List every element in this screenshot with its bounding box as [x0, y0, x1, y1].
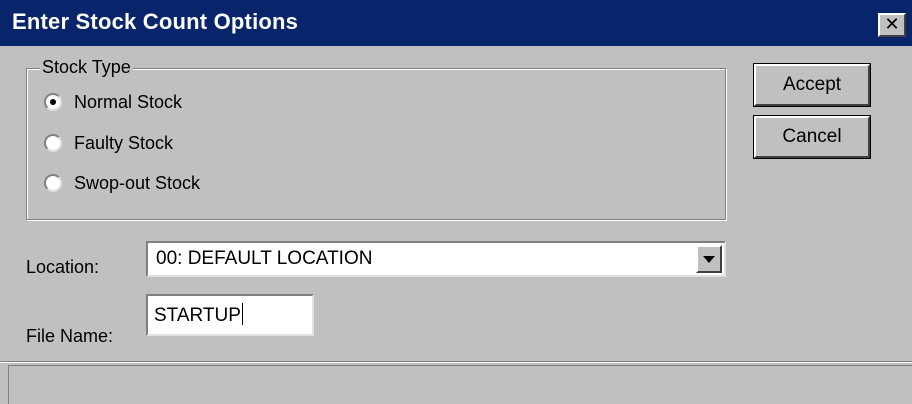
title-bar[interactable]: Enter Stock Count Options ✕: [0, 0, 912, 46]
radio-unchecked-icon[interactable]: [44, 134, 62, 152]
dialog-title: Enter Stock Count Options: [12, 9, 299, 34]
stock-type-legend: Stock Type: [40, 57, 133, 78]
radio-label: Normal Stock: [74, 91, 183, 112]
radio-label: Swop-out Stock: [74, 172, 201, 193]
status-bar: [8, 365, 912, 404]
location-label: Location:: [26, 257, 100, 277]
close-button[interactable]: ✕: [878, 13, 906, 37]
radio-checked-icon[interactable]: [44, 93, 62, 111]
stock-count-options-dialog: Enter Stock Count Options ✕ Stock Type N…: [0, 0, 912, 404]
radio-faulty-stock[interactable]: Faulty Stock: [44, 130, 173, 156]
file-name-label: File Name:: [26, 326, 114, 346]
location-value: 00: DEFAULT LOCATION: [156, 248, 373, 269]
accept-button-label: Accept: [782, 74, 842, 95]
file-name-value: STARTUP: [154, 303, 243, 327]
location-dropdown[interactable]: 00: DEFAULT LOCATION: [146, 241, 726, 277]
dropdown-button[interactable]: [696, 245, 722, 273]
radio-unchecked-icon[interactable]: [44, 174, 62, 192]
text-caret: [241, 303, 243, 325]
cancel-button[interactable]: Cancel: [753, 115, 871, 159]
dialog-body: Stock Type Normal Stock Faulty Stock Swo…: [0, 46, 912, 404]
file-name-text: STARTUP: [154, 305, 241, 326]
radio-label: Faulty Stock: [74, 132, 174, 153]
radio-normal-stock[interactable]: Normal Stock: [44, 89, 182, 115]
chevron-down-icon: [703, 255, 715, 263]
divider: [0, 361, 912, 363]
cancel-button-label: Cancel: [782, 126, 842, 147]
radio-swop-out-stock[interactable]: Swop-out Stock: [44, 170, 200, 196]
file-name-field[interactable]: STARTUP: [146, 294, 314, 336]
close-icon: ✕: [884, 14, 900, 34]
accept-button[interactable]: Accept: [753, 63, 871, 107]
